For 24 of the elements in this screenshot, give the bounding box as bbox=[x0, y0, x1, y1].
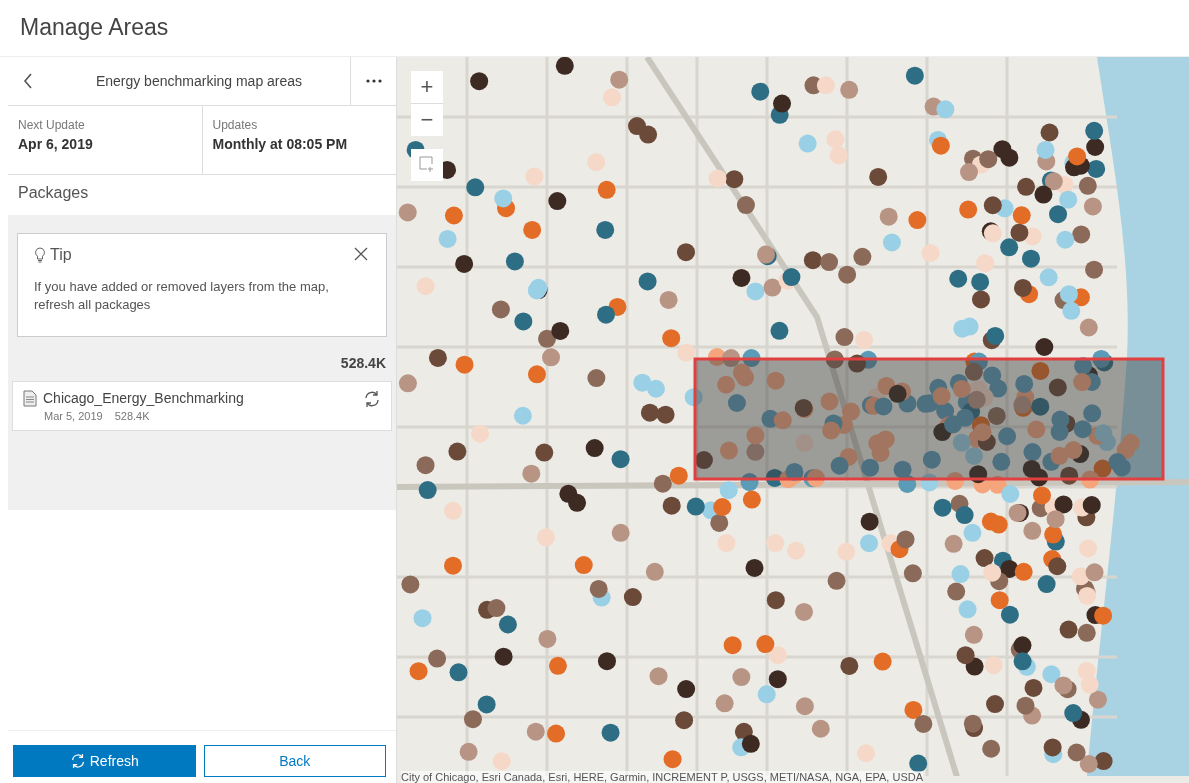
package-date: Mar 5, 2019 bbox=[44, 410, 103, 422]
back-button[interactable]: Back bbox=[203, 745, 386, 777]
tip-text: If you have added or removed layers from the map, refresh all packages bbox=[34, 278, 330, 314]
package-item[interactable]: Chicago_Energy_Benchmarking Mar 5, 2019 528.4K bbox=[12, 381, 392, 431]
section-title: Packages bbox=[17, 183, 90, 203]
document-icon bbox=[23, 390, 37, 407]
info-label: Updates bbox=[212, 118, 259, 132]
panel-title: Energy benchmarking map areas bbox=[94, 73, 304, 89]
refresh-icon bbox=[69, 753, 86, 769]
lightbulb-icon bbox=[34, 247, 46, 263]
info-value: Monthly at 08:05 PM bbox=[212, 136, 349, 152]
info-label: Next Update bbox=[18, 118, 86, 132]
tip-title: Tip bbox=[50, 246, 73, 264]
refresh-icon[interactable] bbox=[363, 390, 381, 408]
info-value: Apr 6, 2019 bbox=[18, 136, 94, 152]
refresh-button[interactable]: Refresh bbox=[13, 745, 196, 777]
zoom-out-button[interactable]: − bbox=[411, 104, 443, 136]
total-size: 528.4K bbox=[340, 355, 386, 371]
map-attribution: City of Chicago, Esri Canada, Esri, HERE, Garmin, INCREMENT P, USGS, METI/NASA, NGA, EPA, USDA bbox=[401, 771, 924, 783]
select-area-icon[interactable] bbox=[411, 149, 443, 181]
package-size: 528.4K bbox=[114, 410, 150, 422]
zoom-in-button[interactable]: + bbox=[411, 71, 443, 103]
package-name: Chicago_Energy_Benchmarking bbox=[43, 390, 245, 406]
page-title: Manage Areas bbox=[19, 13, 170, 42]
